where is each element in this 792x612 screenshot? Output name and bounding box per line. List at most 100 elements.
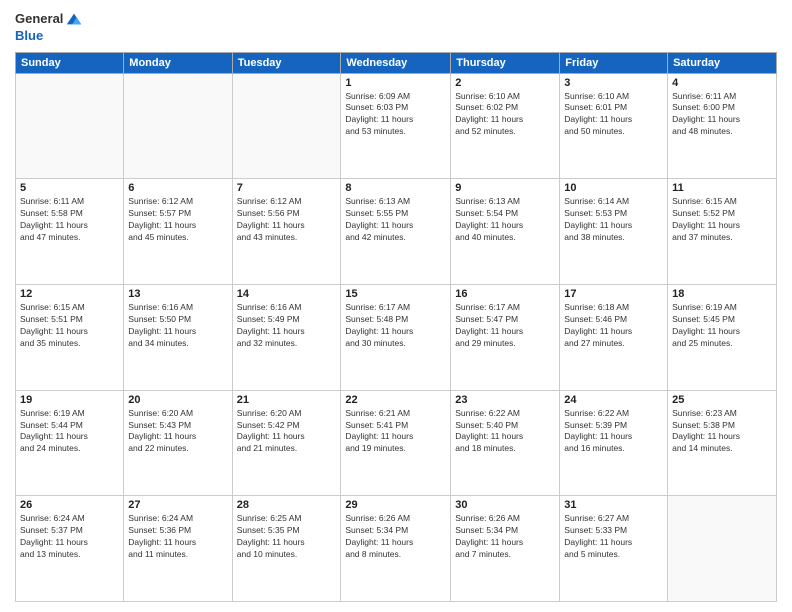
- day-info: Sunrise: 6:12 AMSunset: 5:57 PMDaylight:…: [128, 196, 227, 244]
- day-number: 17: [564, 288, 663, 300]
- calendar-cell: 26Sunrise: 6:24 AMSunset: 5:37 PMDayligh…: [16, 496, 124, 602]
- day-info: Sunrise: 6:26 AMSunset: 5:34 PMDaylight:…: [455, 513, 555, 561]
- day-number: 7: [237, 182, 337, 194]
- calendar-cell: 12Sunrise: 6:15 AMSunset: 5:51 PMDayligh…: [16, 284, 124, 390]
- day-info: Sunrise: 6:12 AMSunset: 5:56 PMDaylight:…: [237, 196, 337, 244]
- day-number: 29: [345, 499, 446, 511]
- day-info: Sunrise: 6:13 AMSunset: 5:54 PMDaylight:…: [455, 196, 555, 244]
- day-info: Sunrise: 6:11 AMSunset: 6:00 PMDaylight:…: [672, 91, 772, 139]
- calendar-cell: 22 Sunrise: 6:21 AMSunset: 5:41 PMDayligh…: [341, 390, 451, 496]
- logo-icon: [65, 10, 83, 28]
- logo: General Blue: [15, 10, 83, 44]
- calendar-cell: 1 Sunrise: 6:09 AMSunset: 6:03 PMDaylight…: [341, 73, 451, 179]
- day-number: 10: [564, 182, 663, 194]
- calendar-cell: 21Sunrise: 6:20 AMSunset: 5:42 PMDayligh…: [232, 390, 341, 496]
- calendar-cell: 29 Sunrise: 6:26 AMSunset: 5:34 PMDayligh…: [341, 496, 451, 602]
- week-row-2: 5Sunrise: 6:11 AMSunset: 5:58 PMDaylight…: [16, 179, 777, 285]
- weekday-header-thursday: Thursday: [451, 52, 560, 73]
- day-number: 30: [455, 499, 555, 511]
- calendar-cell: 23 Sunrise: 6:22 AMSunset: 5:40 PMDayligh…: [451, 390, 560, 496]
- weekday-header-monday: Monday: [124, 52, 232, 73]
- calendar-cell: [668, 496, 777, 602]
- calendar-cell: 2Sunrise: 6:10 AMSunset: 6:02 PMDaylight…: [451, 73, 560, 179]
- calendar-cell: 24 Sunrise: 6:22 AMSunset: 5:39 PMDayligh…: [560, 390, 668, 496]
- calendar-cell: 27Sunrise: 6:24 AMSunset: 5:36 PMDayligh…: [124, 496, 232, 602]
- logo-blue: Blue: [15, 28, 43, 44]
- day-number: 16: [455, 288, 555, 300]
- day-number: 28: [237, 499, 337, 511]
- calendar-cell: [16, 73, 124, 179]
- day-info: Sunrise: 6:17 AMSunset: 5:47 PMDaylight:…: [455, 302, 555, 350]
- day-info: Sunrise: 6:19 AMSunset: 5:45 PMDaylight:…: [672, 302, 772, 350]
- page: General Blue SundayMondayTuesdayWednesda…: [0, 0, 792, 612]
- day-info: Sunrise: 6:25 AMSunset: 5:35 PMDaylight:…: [237, 513, 337, 561]
- day-number: 21: [237, 394, 337, 406]
- day-number: 24: [564, 394, 663, 406]
- calendar-cell: 4Sunrise: 6:11 AMSunset: 6:00 PMDaylight…: [668, 73, 777, 179]
- calendar-cell: 31 Sunrise: 6:27 AMSunset: 5:33 PMDayligh…: [560, 496, 668, 602]
- day-number: 1: [345, 77, 446, 89]
- calendar-cell: 6 Sunrise: 6:12 AMSunset: 5:57 PMDaylight…: [124, 179, 232, 285]
- day-info: Sunrise: 6:20 AMSunset: 5:43 PMDaylight:…: [128, 408, 227, 456]
- calendar-cell: 11 Sunrise: 6:15 AMSunset: 5:52 PMDayligh…: [668, 179, 777, 285]
- weekday-header-row: SundayMondayTuesdayWednesdayThursdayFrid…: [16, 52, 777, 73]
- day-info: Sunrise: 6:15 AMSunset: 5:51 PMDaylight:…: [20, 302, 119, 350]
- calendar-cell: 13 Sunrise: 6:16 AMSunset: 5:50 PMDayligh…: [124, 284, 232, 390]
- calendar-cell: 25Sunrise: 6:23 AMSunset: 5:38 PMDayligh…: [668, 390, 777, 496]
- logo-general: General: [15, 11, 63, 27]
- day-info: Sunrise: 6:18 AMSunset: 5:46 PMDaylight:…: [564, 302, 663, 350]
- day-info: Sunrise: 6:22 AMSunset: 5:39 PMDaylight:…: [564, 408, 663, 456]
- day-number: 31: [564, 499, 663, 511]
- day-info: Sunrise: 6:26 AMSunset: 5:34 PMDaylight:…: [345, 513, 446, 561]
- day-info: Sunrise: 6:19 AMSunset: 5:44 PMDaylight:…: [20, 408, 119, 456]
- day-info: Sunrise: 6:10 AMSunset: 6:01 PMDaylight:…: [564, 91, 663, 139]
- day-number: 11: [672, 182, 772, 194]
- calendar-cell: 20Sunrise: 6:20 AMSunset: 5:43 PMDayligh…: [124, 390, 232, 496]
- day-number: 9: [455, 182, 555, 194]
- calendar-cell: 9 Sunrise: 6:13 AMSunset: 5:54 PMDaylight…: [451, 179, 560, 285]
- day-number: 15: [345, 288, 446, 300]
- week-row-4: 19Sunrise: 6:19 AMSunset: 5:44 PMDayligh…: [16, 390, 777, 496]
- day-info: Sunrise: 6:17 AMSunset: 5:48 PMDaylight:…: [345, 302, 446, 350]
- calendar: SundayMondayTuesdayWednesdayThursdayFrid…: [15, 52, 777, 602]
- day-info: Sunrise: 6:15 AMSunset: 5:52 PMDaylight:…: [672, 196, 772, 244]
- day-info: Sunrise: 6:23 AMSunset: 5:38 PMDaylight:…: [672, 408, 772, 456]
- day-info: Sunrise: 6:16 AMSunset: 5:49 PMDaylight:…: [237, 302, 337, 350]
- weekday-header-friday: Friday: [560, 52, 668, 73]
- calendar-cell: 17 Sunrise: 6:18 AMSunset: 5:46 PMDayligh…: [560, 284, 668, 390]
- week-row-5: 26Sunrise: 6:24 AMSunset: 5:37 PMDayligh…: [16, 496, 777, 602]
- day-info: Sunrise: 6:22 AMSunset: 5:40 PMDaylight:…: [455, 408, 555, 456]
- week-row-1: 1 Sunrise: 6:09 AMSunset: 6:03 PMDaylight…: [16, 73, 777, 179]
- day-number: 6: [128, 182, 227, 194]
- calendar-cell: 30 Sunrise: 6:26 AMSunset: 5:34 PMDayligh…: [451, 496, 560, 602]
- calendar-cell: 14 Sunrise: 6:16 AMSunset: 5:49 PMDayligh…: [232, 284, 341, 390]
- day-number: 23: [455, 394, 555, 406]
- day-info: Sunrise: 6:24 AMSunset: 5:36 PMDaylight:…: [128, 513, 227, 561]
- day-info: Sunrise: 6:16 AMSunset: 5:50 PMDaylight:…: [128, 302, 227, 350]
- calendar-cell: 15 Sunrise: 6:17 AMSunset: 5:48 PMDayligh…: [341, 284, 451, 390]
- day-number: 13: [128, 288, 227, 300]
- day-info: Sunrise: 6:14 AMSunset: 5:53 PMDaylight:…: [564, 196, 663, 244]
- calendar-cell: 18Sunrise: 6:19 AMSunset: 5:45 PMDayligh…: [668, 284, 777, 390]
- calendar-cell: [232, 73, 341, 179]
- day-info: Sunrise: 6:09 AMSunset: 6:03 PMDaylight:…: [345, 91, 446, 139]
- day-number: 2: [455, 77, 555, 89]
- calendar-cell: 3Sunrise: 6:10 AMSunset: 6:01 PMDaylight…: [560, 73, 668, 179]
- day-number: 22: [345, 394, 446, 406]
- weekday-header-tuesday: Tuesday: [232, 52, 341, 73]
- header: General Blue: [15, 10, 777, 44]
- week-row-3: 12Sunrise: 6:15 AMSunset: 5:51 PMDayligh…: [16, 284, 777, 390]
- day-number: 14: [237, 288, 337, 300]
- calendar-cell: 7 Sunrise: 6:12 AMSunset: 5:56 PMDaylight…: [232, 179, 341, 285]
- calendar-cell: [124, 73, 232, 179]
- day-info: Sunrise: 6:24 AMSunset: 5:37 PMDaylight:…: [20, 513, 119, 561]
- calendar-cell: 5Sunrise: 6:11 AMSunset: 5:58 PMDaylight…: [16, 179, 124, 285]
- calendar-cell: 10 Sunrise: 6:14 AMSunset: 5:53 PMDayligh…: [560, 179, 668, 285]
- weekday-header-sunday: Sunday: [16, 52, 124, 73]
- day-info: Sunrise: 6:27 AMSunset: 5:33 PMDaylight:…: [564, 513, 663, 561]
- calendar-cell: 16 Sunrise: 6:17 AMSunset: 5:47 PMDayligh…: [451, 284, 560, 390]
- day-info: Sunrise: 6:13 AMSunset: 5:55 PMDaylight:…: [345, 196, 446, 244]
- weekday-header-wednesday: Wednesday: [341, 52, 451, 73]
- day-info: Sunrise: 6:21 AMSunset: 5:41 PMDaylight:…: [345, 408, 446, 456]
- calendar-cell: 28 Sunrise: 6:25 AMSunset: 5:35 PMDayligh…: [232, 496, 341, 602]
